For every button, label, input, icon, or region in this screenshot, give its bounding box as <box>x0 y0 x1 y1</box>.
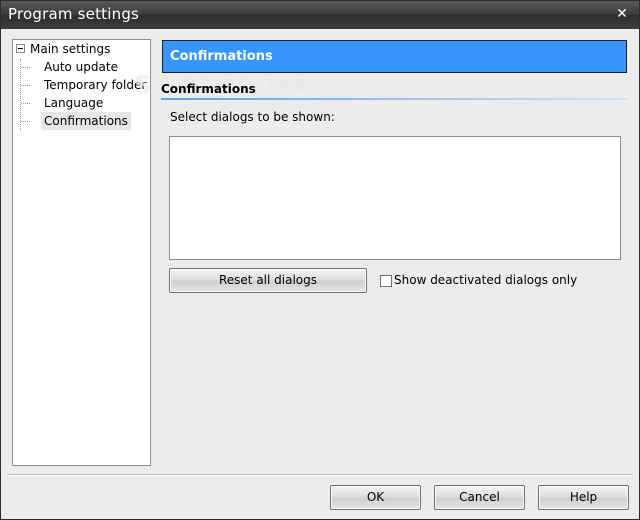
close-icon[interactable]: ✕ <box>613 5 631 23</box>
dialogs-prompt-label: Select dialogs to be shown: <box>170 110 335 124</box>
collapse-icon[interactable] <box>16 44 25 53</box>
section-title: Confirmations <box>161 82 256 96</box>
dialogs-list[interactable] <box>169 136 621 260</box>
ok-button[interactable]: OK <box>330 485 421 510</box>
title-bar[interactable]: Program settings ✕ <box>1 1 639 29</box>
settings-tree[interactable]: Main settings Auto update Temporary fold… <box>12 39 151 466</box>
tree-item-label: Auto update <box>44 60 118 74</box>
section-divider <box>161 98 628 100</box>
show-deactivated-label[interactable]: Show deactivated dialogs only <box>394 273 577 287</box>
tree-item-label: Confirmations <box>41 112 131 130</box>
client-area: Main settings Auto update Temporary fold… <box>4 29 636 517</box>
tree-connector-line <box>21 121 30 122</box>
program-settings-window: Program settings ✕ Main settings Auto up… <box>0 0 640 520</box>
tree-connector-line <box>21 85 30 86</box>
show-deactivated-checkbox[interactable] <box>380 275 392 287</box>
help-button[interactable]: Help <box>538 485 629 510</box>
footer-separator <box>7 474 633 476</box>
tree-item-label: Language <box>44 96 104 110</box>
tree-connector-line <box>21 67 30 68</box>
cancel-button[interactable]: Cancel <box>434 485 525 510</box>
tree-connector-line <box>21 103 30 104</box>
tree-item-label: Main settings <box>30 42 111 56</box>
window-title: Program settings <box>8 5 140 23</box>
panel-header-banner: Confirmations <box>162 40 627 73</box>
reset-all-dialogs-button[interactable]: Reset all dialogs <box>169 268 367 293</box>
